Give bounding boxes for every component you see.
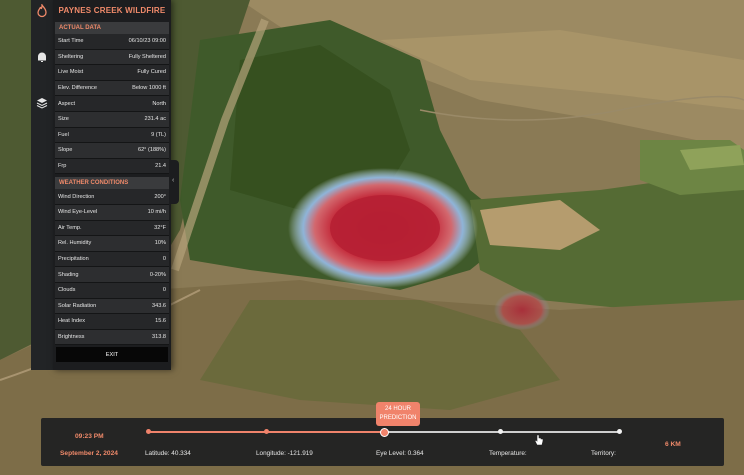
info-row-value: 15.6 — [155, 318, 166, 325]
info-row-label: Shading — [58, 271, 79, 278]
territory-readout: Territory: — [591, 450, 616, 457]
fire-icon[interactable] — [35, 2, 49, 18]
info-row-value: 32°F — [154, 224, 166, 231]
info-row-value: Fully Cured — [137, 69, 166, 76]
info-row-value: 200° — [154, 193, 166, 200]
hand-cursor-icon — [534, 434, 544, 446]
info-row: Fuel 9 (TL) — [55, 127, 169, 144]
actual-data-header: ACTUAL DATA — [55, 22, 169, 34]
timeline-tick[interactable] — [617, 429, 622, 434]
info-row-label: Solar Radiation — [58, 302, 97, 309]
weather-conditions-list: Wind Direction 200° Wind Eye-Level 10 mi/h A… — [53, 189, 171, 346]
info-row-label: Frp — [58, 163, 67, 170]
info-row-label: Precipitation — [58, 256, 89, 263]
info-row-label: Clouds — [58, 287, 76, 294]
info-row-label: Fuel — [58, 131, 69, 138]
actual-data-list: Start Time 06/10/23 09:00 Sheltering Fully … — [53, 34, 171, 175]
info-row-label: Wind Eye-Level — [58, 209, 98, 216]
timeline-tick[interactable] — [498, 429, 503, 434]
temperature-readout: Temperature: — [489, 450, 527, 457]
timeline-slider[interactable] — [146, 428, 622, 437]
timeline-tick[interactable] — [264, 429, 269, 434]
info-row: Start Time 06/10/23 09:00 — [55, 34, 169, 50]
latitude-readout: Latitude: 40.334 — [145, 450, 191, 457]
info-row-value: 0-20% — [149, 271, 166, 278]
timeline-tick[interactable] — [146, 429, 151, 434]
info-row: Live Moist Fully Cured — [55, 65, 169, 81]
info-row: Heat Index 15.6 — [55, 314, 169, 330]
info-row-value: 313.8 — [152, 333, 166, 340]
info-row-value: North — [152, 100, 166, 107]
info-row-value: 0 — [162, 287, 166, 294]
info-row: Slope 62° (188%) — [55, 143, 169, 159]
wildfire-info-panel: PAYNES CREEK WILDFIRE ACTUAL DATA Start … — [53, 0, 171, 370]
info-row-value: 10 mi/h — [147, 209, 166, 216]
info-row-value: Fully Sheltered — [128, 53, 166, 60]
chevron-left-icon: ‹ — [172, 177, 175, 184]
info-row-value: 06/10/23 09:00 — [128, 38, 166, 45]
collapse-panel-tab[interactable]: ‹ — [171, 160, 179, 204]
info-row-label: Air Temp. — [58, 224, 82, 231]
info-row: Elev. Difference Below 1000 ft — [55, 80, 169, 97]
info-row: Rel. Humidity 10% — [55, 236, 169, 252]
bell-icon[interactable] — [35, 50, 49, 64]
layers-icon[interactable] — [35, 96, 49, 110]
info-row-label: Wind Direction — [58, 193, 95, 200]
info-row: Shading 0-20% — [55, 267, 169, 283]
distance-label: 6 KM — [665, 441, 681, 448]
prediction-tag-line1: 24 HOUR — [384, 406, 411, 412]
panel-title: PAYNES CREEK WILDFIRE — [58, 6, 166, 15]
info-row: Wind Direction 200° — [55, 189, 169, 205]
current-date: September 2, 2024 — [60, 450, 118, 457]
info-row-label: Live Moist — [58, 69, 84, 76]
info-row-label: Elev. Difference — [58, 85, 97, 92]
info-row: Precipitation 0 — [55, 251, 169, 268]
current-time: 09:23 PM — [75, 433, 104, 440]
info-row-value: 343.6 — [152, 302, 166, 309]
info-row: Size 231.4 ac — [55, 111, 169, 128]
exit-button[interactable]: EXIT — [56, 347, 168, 362]
info-row-value: 21.4 — [155, 163, 166, 170]
weather-conditions-header: WEATHER CONDITIONS — [55, 177, 169, 190]
info-row: Air Temp. 32°F — [55, 220, 169, 237]
info-row-label: Start Time — [58, 38, 84, 45]
info-row-label: Aspect — [58, 100, 76, 107]
info-row-label: Size — [58, 116, 69, 123]
info-row-value: 62° (188%) — [137, 147, 166, 154]
tool-rail — [31, 0, 54, 370]
info-row: Solar Radiation 343.6 — [55, 298, 169, 315]
longitude-readout: Longitude: -121.919 — [256, 450, 313, 457]
info-row-value: 10% — [154, 240, 166, 247]
info-row: Aspect North — [55, 96, 169, 112]
info-row-label: Brightness — [58, 333, 85, 340]
info-row-label: Slope — [58, 147, 73, 154]
info-row: Frp 21.4 — [55, 158, 169, 175]
eye-level-readout: Eye Level: 0.364 — [376, 450, 424, 457]
info-row-value: 0 — [162, 256, 166, 263]
prediction-tag-line2: PREDICTION — [379, 415, 417, 421]
info-row-value: 231.4 ac — [144, 116, 166, 123]
info-row-value: Below 1000 ft — [132, 85, 166, 92]
info-row-label: Heat Index — [58, 318, 86, 325]
info-row-value: 9 (TL) — [151, 131, 166, 138]
info-row-label: Sheltering — [58, 53, 84, 60]
info-row: Brightness 313.8 — [55, 329, 169, 346]
info-row: Sheltering Fully Sheltered — [55, 49, 169, 66]
info-row-label: Rel. Humidity — [58, 240, 92, 247]
timeline-handle[interactable] — [380, 428, 389, 437]
info-row: Wind Eye-Level 10 mi/h — [55, 204, 169, 221]
info-row: Clouds 0 — [55, 282, 169, 299]
prediction-tag[interactable]: 24 HOUR PREDICTION — [376, 402, 420, 426]
